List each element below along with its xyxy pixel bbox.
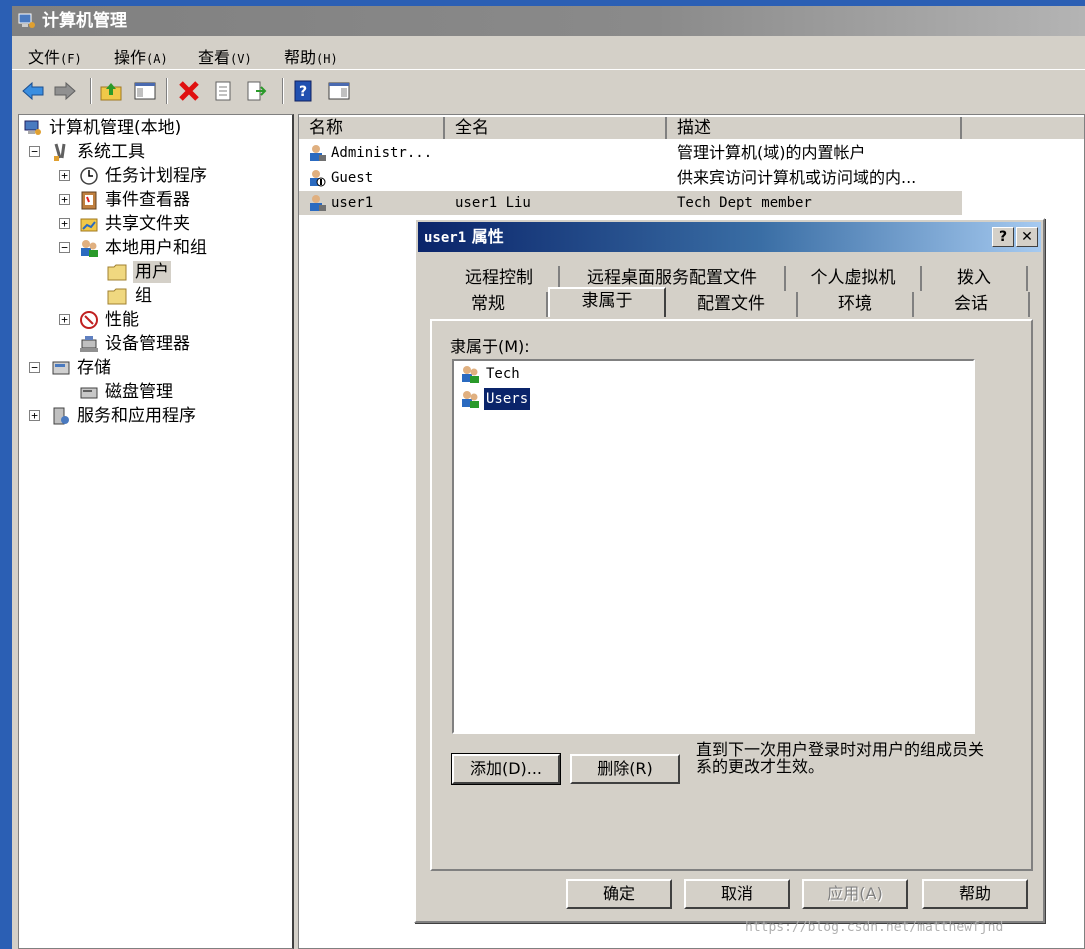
tree-node-local-users-groups[interactable]: − 本地用户和组 (21, 237, 291, 259)
tree-node-system-tools[interactable]: − 系统工具 (21, 141, 291, 163)
forward-arrow-icon[interactable] (52, 78, 78, 104)
device-manager-icon (80, 336, 98, 352)
tab-general[interactable]: 常规 (430, 292, 548, 317)
disk-icon (80, 387, 98, 399)
tab-dial-in[interactable]: 拨入 (922, 266, 1028, 291)
watermark: https://blog.csdn.net/matthewfjnd (745, 920, 1004, 935)
console-tree[interactable]: 计算机管理(本地) − 系统工具 + 任务计划程序 + 事件查看器 + 共享文件… (18, 114, 294, 949)
remove-button[interactable]: 删除(R) (570, 754, 680, 784)
tools-icon (54, 143, 66, 161)
event-viewer-icon (81, 191, 97, 210)
ok-button[interactable]: 确定 (566, 879, 672, 909)
show-hide-action-pane-icon[interactable] (326, 78, 352, 104)
dialog-title-suffix: 属性 (471, 227, 504, 246)
expand-icon[interactable]: + (59, 170, 70, 181)
change-note: 直到下一次用户登录时对用户的组成员关系的更改才生效。 (696, 740, 985, 776)
cancel-button[interactable]: 取消 (684, 879, 790, 909)
context-help-button[interactable]: ? (992, 227, 1014, 247)
table-row[interactable]: user1 user1 Liu Tech Dept member (299, 191, 962, 215)
help-icon[interactable]: ? (290, 78, 316, 104)
column-header-description[interactable]: 描述 (667, 117, 962, 139)
delete-icon[interactable] (176, 78, 202, 104)
tree-node-groups[interactable]: 组 (21, 285, 291, 307)
column-header-full-name[interactable]: 全名 (445, 117, 667, 139)
tree-node-device-manager[interactable]: 设备管理器 (21, 333, 291, 355)
user-icon (310, 145, 326, 161)
dialog-titlebar[interactable]: user1 属性 ? ✕ (418, 222, 1041, 252)
expand-icon[interactable]: + (59, 194, 70, 205)
members-label: 隶属于(M): (450, 337, 530, 356)
user-icon (310, 195, 326, 211)
clock-icon (80, 167, 98, 185)
toolbar-separator (166, 78, 168, 104)
menu-file[interactable]: 文件(F) (28, 44, 82, 68)
user-properties-dialog: user1 属性 ? ✕ 远程控制 远程桌面服务配置文件 个人虚拟机 拨入 常规… (414, 218, 1045, 923)
tree-node-performance[interactable]: + 性能 (21, 309, 291, 331)
close-button[interactable]: ✕ (1016, 227, 1038, 247)
menu-action[interactable]: 操作(A) (114, 44, 168, 68)
menu-view[interactable]: 查看(V) (198, 44, 252, 68)
tab-member-of[interactable]: 隶属于 (548, 287, 666, 317)
up-folder-icon[interactable] (98, 78, 124, 104)
menu-bar: 文件(F) 操作(A) 查看(V) 帮助(H) (12, 40, 1085, 70)
tree-node-root[interactable]: 计算机管理(本地) (21, 117, 291, 139)
tab-environment[interactable]: 环境 (798, 292, 914, 317)
toolbar-separator (282, 78, 284, 104)
members-listbox[interactable]: Tech Users (452, 359, 975, 734)
group-icon (462, 391, 479, 408)
list-header: 名称 全名 描述 (299, 117, 1084, 139)
tree-node-users[interactable]: 用户 (21, 261, 291, 283)
services-icon (53, 407, 69, 425)
window-titlebar[interactable]: 计算机管理 (12, 6, 1085, 36)
storage-icon (52, 361, 70, 375)
export-list-icon[interactable] (244, 78, 270, 104)
toolbar-separator (90, 78, 92, 104)
tab-personal-vm[interactable]: 个人虚拟机 (786, 266, 922, 291)
collapse-icon[interactable]: − (29, 362, 40, 373)
tab-remote-control[interactable]: 远程控制 (440, 266, 560, 291)
properties-icon[interactable] (210, 78, 236, 104)
apply-button: 应用(A) (802, 879, 908, 909)
menu-help[interactable]: 帮助(H) (284, 44, 338, 68)
tree-node-storage[interactable]: − 存储 (21, 357, 291, 379)
collapse-icon[interactable]: − (29, 146, 40, 157)
tree-node-task-scheduler[interactable]: + 任务计划程序 (21, 165, 291, 187)
expand-icon[interactable]: + (29, 410, 40, 421)
shared-folder-icon (80, 218, 98, 232)
window-title: 计算机管理 (42, 11, 127, 31)
show-hide-tree-icon[interactable] (132, 78, 158, 104)
folder-icon (107, 288, 127, 305)
performance-icon (80, 311, 98, 329)
add-button[interactable]: 添加(D)... (451, 753, 561, 785)
dialog-title-user: user1 (424, 230, 467, 246)
expand-icon[interactable]: + (59, 218, 70, 229)
table-row[interactable]: Guest 供来宾访问计算机或访问域的内... (299, 166, 962, 190)
folder-icon (107, 264, 127, 281)
svg-text:?: ? (299, 84, 307, 100)
tree-node-shared-folders[interactable]: + 共享文件夹 (21, 213, 291, 235)
tab-sessions[interactable]: 会话 (914, 292, 1030, 317)
computer-management-icon (24, 120, 41, 135)
disabled-user-icon (310, 170, 326, 187)
tree-node-disk-management[interactable]: 磁盘管理 (21, 381, 291, 403)
tab-profile[interactable]: 配置文件 (666, 292, 798, 317)
column-header-name[interactable]: 名称 (299, 117, 445, 139)
toolbar: ? (12, 76, 1085, 108)
users-group-icon (81, 240, 98, 257)
collapse-icon[interactable]: − (59, 242, 70, 253)
computer-management-icon (18, 13, 35, 28)
tree-node-services-apps[interactable]: + 服务和应用程序 (21, 405, 291, 427)
back-arrow-icon[interactable] (20, 78, 46, 104)
tree-node-event-viewer[interactable]: + 事件查看器 (21, 189, 291, 211)
help-button[interactable]: 帮助 (922, 879, 1028, 909)
group-icon (462, 366, 479, 383)
expand-icon[interactable]: + (59, 314, 70, 325)
table-row[interactable]: Administr... 管理计算机(域)的内置帐户 (299, 141, 962, 165)
